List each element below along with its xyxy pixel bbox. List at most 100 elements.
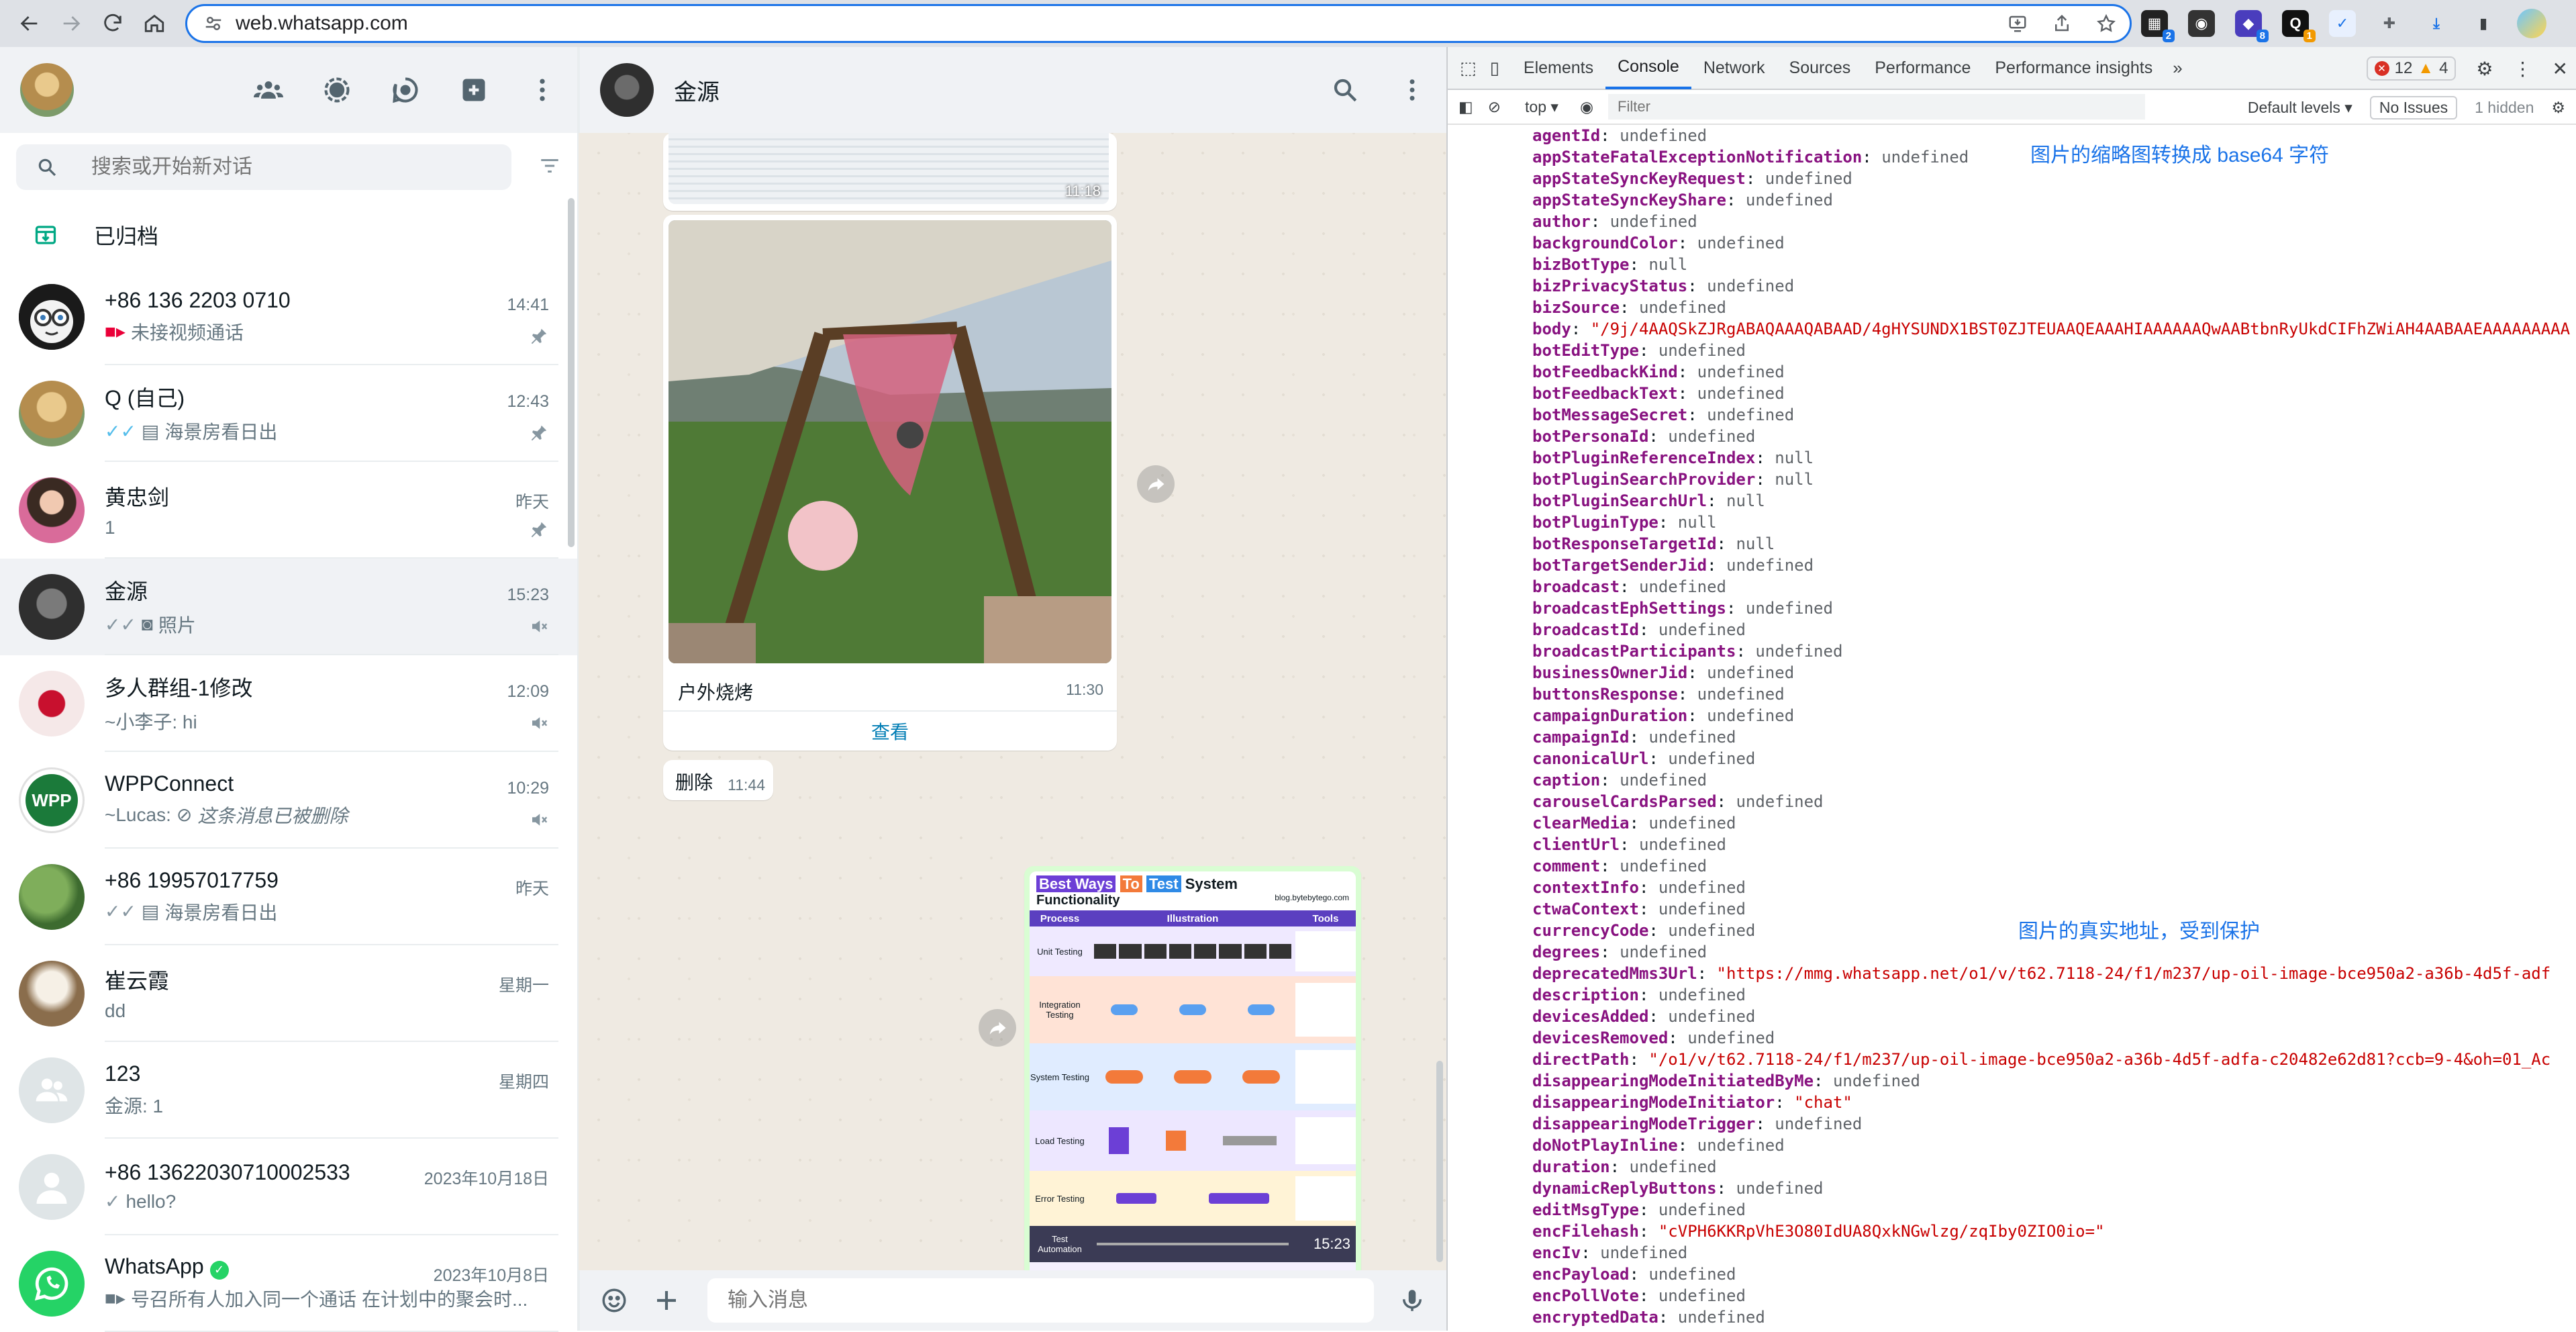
tab-performance[interactable]: Performance bbox=[1863, 46, 1983, 89]
reload-icon[interactable] bbox=[94, 5, 132, 42]
emoji-icon[interactable] bbox=[600, 1286, 628, 1315]
console-line[interactable]: disappearingModeTrigger: undefined bbox=[1532, 1113, 1862, 1135]
profile-avatar[interactable] bbox=[2517, 9, 2546, 38]
console-line[interactable]: botPluginSearchProvider: null bbox=[1532, 469, 1814, 490]
settings-gear-icon[interactable]: ⚙ bbox=[2476, 58, 2493, 80]
console-line[interactable]: disappearingModeInitiatedByMe: undefined bbox=[1532, 1070, 1920, 1092]
devtools-menu-icon[interactable]: ⋮ bbox=[2514, 58, 2532, 80]
console-line[interactable]: disappearingModeInitiator: "chat" bbox=[1532, 1092, 1852, 1113]
my-avatar[interactable] bbox=[20, 63, 74, 117]
device-toolbar-icon[interactable]: ▯ bbox=[1490, 58, 1499, 79]
menu-icon[interactable] bbox=[1398, 76, 1426, 104]
close-icon[interactable]: ✕ bbox=[2553, 58, 2568, 80]
search-box[interactable] bbox=[16, 144, 511, 190]
console-line[interactable]: carouselCardsParsed: undefined bbox=[1532, 791, 1824, 812]
console-line[interactable]: devicesRemoved: undefined bbox=[1532, 1027, 1775, 1049]
console-line[interactable]: botFeedbackText: undefined bbox=[1532, 383, 1785, 404]
tab-performance-insights[interactable]: Performance insights bbox=[1983, 46, 2165, 89]
puzzle-icon[interactable]: ✚ bbox=[2376, 10, 2403, 37]
install-app-icon[interactable] bbox=[2008, 13, 2028, 34]
image-message-outgoing[interactable]: Best Ways To Test System Functionality b… bbox=[1024, 866, 1361, 1270]
console-line[interactable]: clearMedia: undefined bbox=[1532, 812, 1736, 834]
console-line[interactable]: deprecatedMms3Url: "https://mmg.whatsapp… bbox=[1532, 963, 2550, 984]
text-message[interactable]: 删除 11:44 bbox=[663, 760, 773, 800]
view-button[interactable]: 查看 bbox=[663, 710, 1117, 751]
communities-icon[interactable] bbox=[254, 75, 283, 105]
extension-icon[interactable]: ✓ bbox=[2329, 10, 2356, 37]
tab-console[interactable]: Console bbox=[1605, 46, 1691, 89]
console-line[interactable]: buttonsResponse: undefined bbox=[1532, 683, 1785, 705]
console-settings-icon[interactable]: ⚙ bbox=[2551, 99, 2565, 117]
address-bar[interactable]: web.whatsapp.com bbox=[185, 4, 2132, 43]
console-line[interactable]: botResponseTargetId: null bbox=[1532, 533, 1775, 555]
console-line[interactable]: directPath: "/o1/v/t62.7118-24/f1/m237/u… bbox=[1532, 1049, 2550, 1070]
context-selector[interactable]: top ▾ bbox=[1525, 98, 1558, 116]
console-line[interactable]: botMessageSecret: undefined bbox=[1532, 404, 1794, 426]
console-line[interactable]: broadcastParticipants: undefined bbox=[1532, 640, 1842, 662]
console-line[interactable]: encFilehash: "cVPH6KKRpVhE3O80IdUA8QxkNG… bbox=[1532, 1221, 2105, 1242]
console-line[interactable]: bizBotType: null bbox=[1532, 254, 1687, 275]
extension-icon[interactable]: ▦ 2 bbox=[2141, 10, 2175, 42]
tab-elements[interactable]: Elements bbox=[1512, 46, 1605, 89]
console-line[interactable]: botPluginReferenceIndex: null bbox=[1532, 447, 1814, 469]
forward-icon[interactable] bbox=[1137, 465, 1175, 503]
console-line[interactable]: botPluginType: null bbox=[1532, 512, 1717, 533]
console-line[interactable]: encPollVote: undefined bbox=[1532, 1285, 1746, 1306]
console-line[interactable]: campaignId: undefined bbox=[1532, 726, 1736, 748]
chat-list-item[interactable]: +86 19957017759 ✓✓ ▤ 海景房看日出 昨天 bbox=[0, 849, 577, 945]
console-line[interactable]: duration: undefined bbox=[1532, 1156, 1717, 1178]
console-line[interactable]: devicesAdded: undefined bbox=[1532, 1006, 1755, 1027]
inspect-element-icon[interactable]: ⬚ bbox=[1460, 58, 1477, 79]
console-line[interactable]: agentId: undefined bbox=[1532, 125, 1707, 146]
console-line[interactable]: encIv: undefined bbox=[1532, 1242, 1687, 1264]
chat-list-item[interactable]: 金源 ✓✓ ◙ 照片 15:23 bbox=[0, 559, 577, 655]
forward-icon[interactable] bbox=[52, 5, 90, 42]
forward-icon[interactable] bbox=[979, 1009, 1016, 1047]
console-line[interactable]: appStateFatalExceptionNotification: unde… bbox=[1532, 146, 1969, 168]
console-line[interactable]: businessOwnerJid: undefined bbox=[1532, 662, 1794, 683]
console-line[interactable]: botPluginSearchUrl: null bbox=[1532, 490, 1765, 512]
console-line[interactable]: comment: undefined bbox=[1532, 855, 1707, 877]
clear-console-icon[interactable]: ⊘ bbox=[1488, 98, 1501, 116]
new-chat-icon[interactable] bbox=[459, 75, 489, 105]
sidebar-scrollbar[interactable] bbox=[568, 198, 575, 547]
chat-list-item[interactable]: 黄忠剑 1 昨天 bbox=[0, 462, 577, 559]
message-image[interactable]: 11:18 bbox=[668, 133, 1109, 204]
search-input[interactable] bbox=[91, 156, 440, 179]
console-line[interactable]: doNotPlayInline: undefined bbox=[1532, 1135, 1785, 1156]
extension-icon[interactable]: ◉ bbox=[2188, 10, 2215, 37]
console-line[interactable]: broadcastId: undefined bbox=[1532, 619, 1746, 640]
home-icon[interactable] bbox=[136, 5, 173, 42]
chat-list-item[interactable]: 多人群组-1修改 ~小李子: hi 12:09 bbox=[0, 655, 577, 752]
console-line[interactable]: currencyCode: undefined bbox=[1532, 920, 1755, 941]
console-line[interactable]: appStateSyncKeyRequest: undefined bbox=[1532, 168, 1852, 189]
search-icon[interactable] bbox=[1331, 76, 1359, 104]
tab-sources[interactable]: Sources bbox=[1777, 46, 1863, 89]
filter-icon[interactable] bbox=[538, 154, 561, 181]
back-icon[interactable] bbox=[11, 5, 48, 42]
console-line[interactable]: author: undefined bbox=[1532, 211, 1697, 232]
extension-icon[interactable]: ◆ 8 bbox=[2235, 10, 2269, 42]
console-line[interactable]: canonicalUrl: undefined bbox=[1532, 748, 1755, 769]
console-line[interactable]: encryptedData: undefined bbox=[1532, 1306, 1765, 1328]
infographic-image[interactable]: Best Ways To Test System Functionality b… bbox=[1030, 871, 1356, 1270]
console-line[interactable]: contextInfo: undefined bbox=[1532, 877, 1746, 898]
console-line[interactable]: degrees: undefined bbox=[1532, 941, 1707, 963]
menu-icon[interactable] bbox=[528, 75, 557, 105]
bookmark-star-icon[interactable] bbox=[2096, 13, 2116, 34]
console-line[interactable]: broadcastEphSettings: undefined bbox=[1532, 598, 1833, 619]
tab-network[interactable]: Network bbox=[1691, 46, 1777, 89]
console-line[interactable]: backgroundColor: undefined bbox=[1532, 232, 1785, 254]
console-line[interactable]: encPayload: undefined bbox=[1532, 1264, 1736, 1285]
console-line[interactable]: clientUrl: undefined bbox=[1532, 834, 1726, 855]
download-icon[interactable]: ⤓ bbox=[2423, 10, 2450, 37]
console-line[interactable]: botTargetSenderJid: undefined bbox=[1532, 555, 1814, 576]
image-message[interactable]: 11:18 bbox=[663, 133, 1117, 211]
console-line[interactable]: botPersonaId: undefined bbox=[1532, 426, 1755, 447]
side-panel-icon[interactable]: ▮ bbox=[2470, 10, 2497, 37]
message-photo[interactable] bbox=[668, 220, 1111, 663]
chat-list-item[interactable]: 123 金源: 1 星期四 bbox=[0, 1042, 577, 1139]
more-tabs-icon[interactable]: » bbox=[2173, 58, 2182, 79]
console-filter-input[interactable] bbox=[1608, 94, 2146, 120]
console-line[interactable]: ctwaContext: undefined bbox=[1532, 898, 1746, 920]
